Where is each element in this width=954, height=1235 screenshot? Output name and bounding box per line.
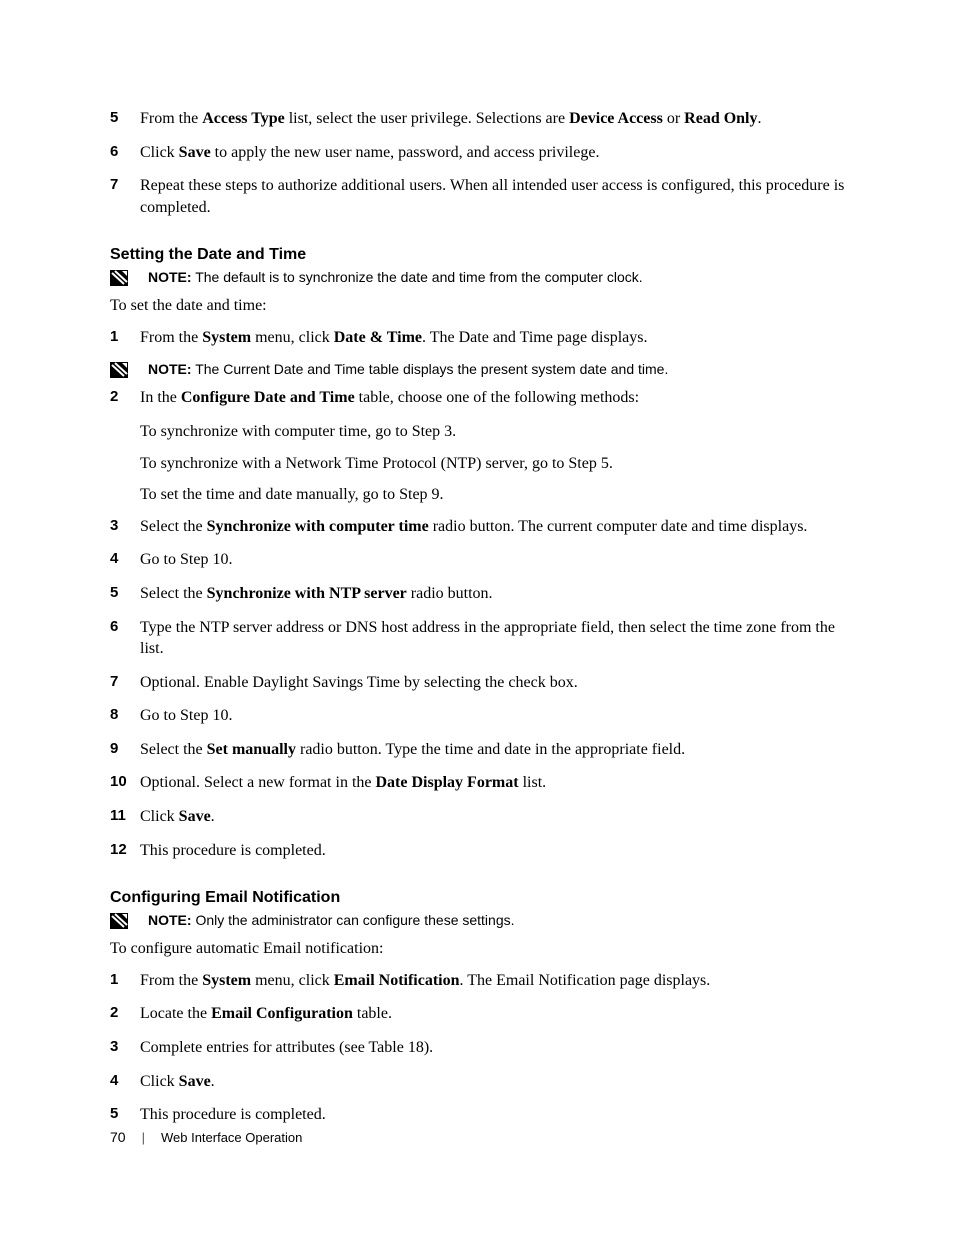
step-number: 3: [110, 516, 140, 536]
step-body: Optional. Select a new format in the Dat…: [140, 772, 850, 794]
step-number: 6: [110, 617, 140, 637]
step-item: 8Go to Step 10.: [110, 705, 850, 727]
step-body: Complete entries for attributes (see Tab…: [140, 1037, 850, 1059]
footer-separator: |: [142, 1130, 145, 1145]
step-body: Type the NTP server address or DNS host …: [140, 617, 850, 660]
step-item: 5Select the Synchronize with NTP server …: [110, 583, 850, 605]
sub-option: To synchronize with computer time, go to…: [140, 421, 850, 443]
section1-intro: To set the date and time:: [110, 295, 850, 317]
step-body: In the Configure Date and Time table, ch…: [140, 387, 850, 409]
note-icon: [110, 270, 128, 286]
step-number: 12: [110, 840, 140, 860]
step-number: 1: [110, 327, 140, 347]
intro-step-list: 5From the Access Type list, select the u…: [110, 108, 850, 218]
step-body: Select the Synchronize with computer tim…: [140, 516, 850, 538]
step-item: 5From the Access Type list, select the u…: [110, 108, 850, 130]
step-number: 2: [110, 1003, 140, 1023]
page-footer: 70 | Web Interface Operation: [110, 1129, 302, 1145]
step-body: Locate the Email Configuration table.: [140, 1003, 850, 1025]
step-item: 3Select the Synchronize with computer ti…: [110, 516, 850, 538]
step-body: Go to Step 10.: [140, 549, 850, 571]
section1-sub-options: To synchronize with computer time, go to…: [110, 421, 850, 506]
step-number: 5: [110, 1104, 140, 1124]
note-icon: [110, 913, 128, 929]
step-number: 7: [110, 672, 140, 692]
step-item: 4Go to Step 10.: [110, 549, 850, 571]
section2-intro: To configure automatic Email notificatio…: [110, 938, 850, 960]
step-item: 7Repeat these steps to authorize additio…: [110, 175, 850, 218]
note-text: NOTE: The Current Date and Time table di…: [148, 360, 668, 379]
note-text: NOTE: Only the administrator can configu…: [148, 911, 515, 930]
step-item: 1From the System menu, click Email Notif…: [110, 970, 850, 992]
step-item: 7Optional. Enable Daylight Savings Time …: [110, 672, 850, 694]
step-body: From the Access Type list, select the us…: [140, 108, 850, 130]
section1-steps-a: 1From the System menu, click Date & Time…: [110, 327, 850, 349]
sub-option: To set the time and date manually, go to…: [140, 484, 850, 506]
section2-steps: 1From the System menu, click Email Notif…: [110, 970, 850, 1126]
step-body: Repeat these steps to authorize addition…: [140, 175, 850, 218]
step-number: 7: [110, 175, 140, 195]
heading-email-notification: Configuring Email Notification: [110, 889, 850, 907]
step-body: Click Save to apply the new user name, p…: [140, 142, 850, 164]
step-item: 2Locate the Email Configuration table.: [110, 1003, 850, 1025]
step-item: 10Optional. Select a new format in the D…: [110, 772, 850, 794]
step-number: 4: [110, 1071, 140, 1091]
note-row: NOTE: Only the administrator can configu…: [110, 911, 850, 930]
step-number: 9: [110, 739, 140, 759]
note-text: NOTE: The default is to synchronize the …: [148, 268, 643, 287]
step-body: Click Save.: [140, 806, 850, 828]
step-number: 10: [110, 772, 140, 792]
step-item: 1From the System menu, click Date & Time…: [110, 327, 850, 349]
note-row: NOTE: The Current Date and Time table di…: [110, 360, 850, 379]
footer-title: Web Interface Operation: [161, 1130, 302, 1145]
step-number: 4: [110, 549, 140, 569]
step-body: This procedure is completed.: [140, 1104, 850, 1126]
step-item: 9Select the Set manually radio button. T…: [110, 739, 850, 761]
step-number: 2: [110, 387, 140, 407]
step-item: 6Type the NTP server address or DNS host…: [110, 617, 850, 660]
step-number: 5: [110, 108, 140, 128]
step-body: This procedure is completed.: [140, 840, 850, 862]
step-number: 8: [110, 705, 140, 725]
step-number: 11: [110, 806, 140, 826]
step-item: 11Click Save.: [110, 806, 850, 828]
step-number: 3: [110, 1037, 140, 1057]
note-row: NOTE: The default is to synchronize the …: [110, 268, 850, 287]
step-number: 5: [110, 583, 140, 603]
heading-setting-date-time: Setting the Date and Time: [110, 246, 850, 264]
step-number: 6: [110, 142, 140, 162]
step-number: 1: [110, 970, 140, 990]
page-number: 70: [110, 1129, 126, 1145]
step-item: 2In the Configure Date and Time table, c…: [110, 387, 850, 409]
note-icon: [110, 362, 128, 378]
step-item: 3Complete entries for attributes (see Ta…: [110, 1037, 850, 1059]
step-body: Optional. Enable Daylight Savings Time b…: [140, 672, 850, 694]
sub-option: To synchronize with a Network Time Proto…: [140, 453, 850, 475]
step-item: 4Click Save.: [110, 1071, 850, 1093]
step-item: 12This procedure is completed.: [110, 840, 850, 862]
section1-steps-b: 2In the Configure Date and Time table, c…: [110, 387, 850, 409]
step-body: Select the Synchronize with NTP server r…: [140, 583, 850, 605]
step-body: Select the Set manually radio button. Ty…: [140, 739, 850, 761]
step-item: 6Click Save to apply the new user name, …: [110, 142, 850, 164]
page-content: 5From the Access Type list, select the u…: [110, 108, 850, 1138]
step-item: 5This procedure is completed.: [110, 1104, 850, 1126]
step-body: Click Save.: [140, 1071, 850, 1093]
section1-steps-c: 3Select the Synchronize with computer ti…: [110, 516, 850, 862]
step-body: From the System menu, click Date & Time.…: [140, 327, 850, 349]
step-body: Go to Step 10.: [140, 705, 850, 727]
step-body: From the System menu, click Email Notifi…: [140, 970, 850, 992]
